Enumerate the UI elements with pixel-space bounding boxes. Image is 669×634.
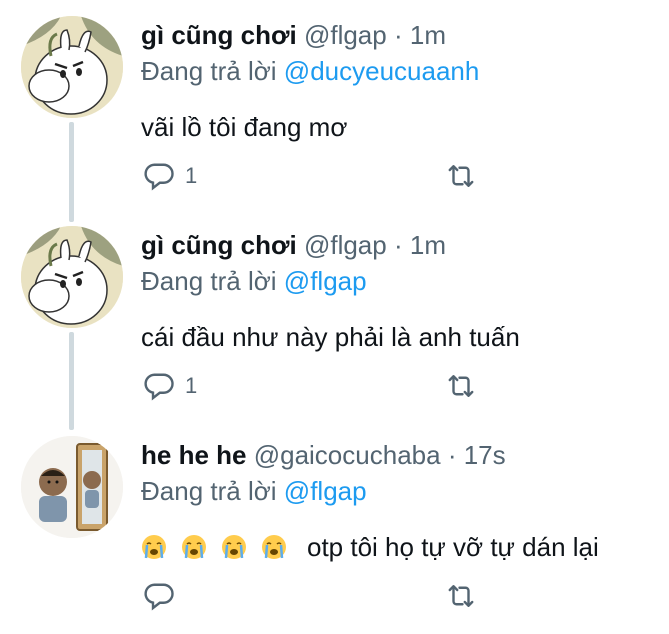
tweet[interactable]: he he he @gaicocuchaba · 17s Đang trả lờ… <box>0 420 669 634</box>
separator: · <box>393 20 403 50</box>
replying-to: Đang trả lời @ducyeucuaanh <box>141 54 659 88</box>
moomin-avatar-icon <box>21 226 123 328</box>
tweet-text: otp tôi họ tự vỡ tự dán lại <box>141 530 659 564</box>
retweet-icon <box>448 165 474 187</box>
display-name[interactable]: gì cũng chơi <box>141 20 297 50</box>
loudly-crying-face-emoji <box>261 534 287 560</box>
loudly-crying-face-emoji <box>221 534 247 560</box>
tweet-content: gì cũng chơi @flgap · 1m Đang trả lời @f… <box>141 228 659 354</box>
tweet[interactable]: gì cũng chơi @flgap · 1m Đang trả lời @f… <box>0 210 669 420</box>
replying-to: Đang trả lời @flgap <box>141 264 659 298</box>
reply-thread: gì cũng chơi @flgap · 1m Đang trả lời @d… <box>0 0 669 634</box>
timestamp[interactable]: 1m <box>410 20 446 50</box>
separator: · <box>393 230 403 260</box>
retweet-icon <box>448 585 474 607</box>
loudly-crying-face-emoji <box>141 534 167 560</box>
mention-link[interactable]: @ducyeucuaanh <box>284 56 480 86</box>
tweet-content: he he he @gaicocuchaba · 17s Đang trả lờ… <box>141 438 659 564</box>
tweet-header: gì cũng chơi @flgap · 1m <box>141 18 659 52</box>
reply-icon <box>144 373 174 401</box>
user-handle[interactable]: @flgap <box>304 20 387 50</box>
mention-link[interactable]: @flgap <box>284 476 367 506</box>
reply-button[interactable]: 1 <box>141 368 197 404</box>
tweet-actions: 1 <box>141 368 541 408</box>
timestamp[interactable]: 1m <box>410 230 446 260</box>
tweet-actions <box>141 578 541 618</box>
avatar[interactable] <box>21 436 123 538</box>
tweet-header: gì cũng chơi @flgap · 1m <box>141 228 659 262</box>
reply-icon <box>144 163 174 191</box>
replying-to-label: Đang trả lời <box>141 266 277 296</box>
timestamp[interactable]: 17s <box>464 440 506 470</box>
retweet-button[interactable] <box>443 368 479 404</box>
cartoon-mirror-avatar-icon <box>21 436 123 538</box>
replying-to-label: Đang trả lời <box>141 476 277 506</box>
reply-count: 1 <box>185 373 198 398</box>
tweet[interactable]: gì cũng chơi @flgap · 1m Đang trả lời @d… <box>0 0 669 210</box>
retweet-button[interactable] <box>443 158 479 194</box>
tweet-content: gì cũng chơi @flgap · 1m Đang trả lời @d… <box>141 18 659 144</box>
reply-button[interactable]: 1 <box>141 158 197 194</box>
retweet-icon <box>448 375 474 397</box>
tweet-text: vãi lồ tôi đang mơ <box>141 112 348 142</box>
display-name[interactable]: gì cũng chơi <box>141 230 297 260</box>
user-handle[interactable]: @gaicocuchaba <box>254 440 441 470</box>
retweet-button[interactable] <box>443 578 479 614</box>
replying-to: Đang trả lời @flgap <box>141 474 659 508</box>
loudly-crying-face-emoji <box>181 534 207 560</box>
crying-face-icon <box>142 535 166 559</box>
separator: · <box>447 440 457 470</box>
crying-face-icon <box>262 535 286 559</box>
tweet-actions: 1 <box>141 158 541 198</box>
replying-to-label: Đang trả lời <box>141 56 277 86</box>
mention-link[interactable]: @flgap <box>284 266 367 296</box>
reply-icon <box>144 583 174 611</box>
display-name[interactable]: he he he <box>141 440 246 470</box>
reply-count: 1 <box>185 163 198 188</box>
tweet-text-content: otp tôi họ tự vỡ tự dán lại <box>307 532 599 562</box>
reply-button[interactable] <box>141 578 185 614</box>
avatar[interactable] <box>21 226 123 328</box>
tweet-header: he he he @gaicocuchaba · 17s <box>141 438 659 472</box>
crying-face-icon <box>222 535 246 559</box>
user-handle[interactable]: @flgap <box>304 230 387 260</box>
moomin-avatar-icon <box>21 16 123 118</box>
crying-face-icon <box>182 535 206 559</box>
avatar[interactable] <box>21 16 123 118</box>
tweet-text: cái đầu như này phải là anh tuấn <box>141 322 520 352</box>
